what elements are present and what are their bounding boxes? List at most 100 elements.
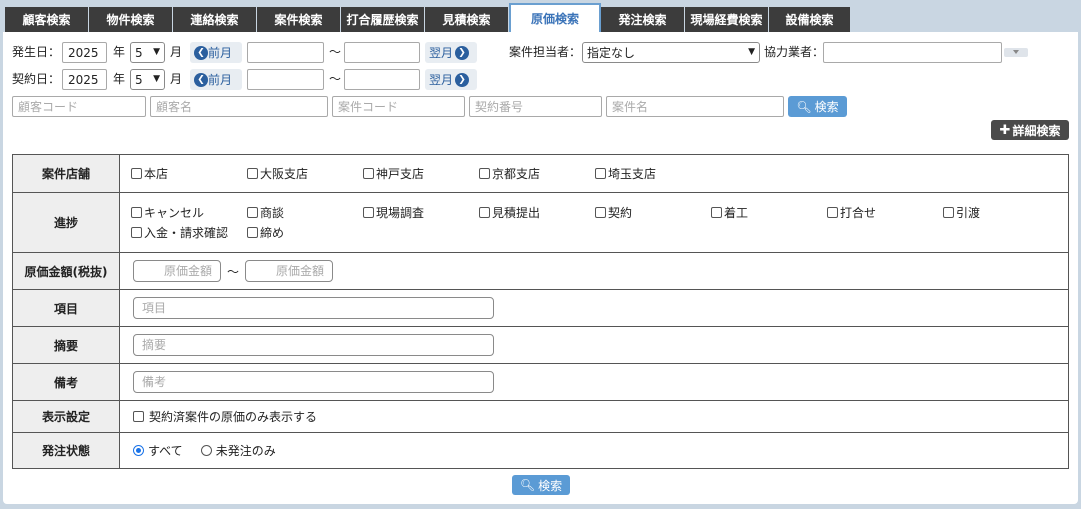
customer-code-input[interactable] <box>12 96 146 117</box>
occurrence-date-from-input[interactable] <box>247 42 324 63</box>
remarks-row: 備考 <box>12 363 1069 401</box>
contract-date-to-input[interactable] <box>344 69 420 90</box>
case-name-input[interactable] <box>606 96 784 117</box>
display-setting-label: 表示設定 <box>12 400 120 433</box>
checkbox[interactable] <box>711 207 722 218</box>
tab-order-search[interactable]: 発注検索 <box>601 7 685 32</box>
tab-case-search[interactable]: 案件検索 <box>257 7 341 32</box>
item-input[interactable] <box>133 297 494 319</box>
summary-label: 摘要 <box>12 326 120 364</box>
checkbox[interactable] <box>247 227 258 238</box>
search-panel: 発生日： 年 5 ▼ 月 ❮ 前月 ～ 翌月 ❯ 案件担当者： 指定なし ▼ 協… <box>3 32 1078 504</box>
next-month-label: 翌月 <box>429 46 454 60</box>
occurrence-year-input[interactable] <box>62 42 107 63</box>
contract-number-input[interactable] <box>469 96 602 117</box>
contract-month-select[interactable]: 5 ▼ <box>130 69 165 90</box>
checkbox-label: 現場調査 <box>376 206 425 220</box>
order-status-radio-unordered[interactable]: 未発注のみ <box>200 442 276 459</box>
range-tilde: ～ <box>329 72 342 86</box>
progress-checkbox-meeting[interactable]: 打合せ <box>827 203 943 223</box>
summary-row: 摘要 <box>12 326 1069 364</box>
tab-meeting-history-search[interactable]: 打合履歴検索 <box>341 7 425 32</box>
cost-amount-to-input[interactable] <box>245 260 334 282</box>
detail-search-button[interactable]: ✚ 詳細検索 <box>991 120 1069 140</box>
occurrence-date-to-input[interactable] <box>344 42 420 63</box>
checkbox[interactable] <box>363 207 374 218</box>
search-button-label: 検索 <box>814 100 839 114</box>
occurrence-prev-month-button[interactable]: ❮ 前月 <box>190 42 242 63</box>
radio-button[interactable] <box>133 445 144 456</box>
progress-checkbox-estimate-submitted[interactable]: 見積提出 <box>479 203 595 223</box>
search-button[interactable]: 🔍︎ 検索 <box>788 96 847 117</box>
tab-cost-search[interactable]: 原価検索 <box>509 3 601 32</box>
checkbox[interactable] <box>131 227 142 238</box>
progress-checkbox-contract[interactable]: 契約 <box>595 203 711 223</box>
cost-amount-from-input[interactable] <box>133 260 221 282</box>
bottom-search-button[interactable]: 🔍︎ 検索 <box>512 475 570 495</box>
customer-name-input[interactable] <box>150 96 328 117</box>
contract-prev-month-button[interactable]: ❮ 前月 <box>190 69 242 90</box>
radio-button[interactable] <box>200 445 212 456</box>
checkbox[interactable] <box>131 168 142 179</box>
order-status-label: 発注状態 <box>12 432 120 469</box>
remarks-input[interactable] <box>133 371 494 393</box>
tab-contact-search[interactable]: 連絡検索 <box>173 7 257 32</box>
store-checkbox-kyoto[interactable]: 京都支店 <box>479 164 595 184</box>
progress-checkbox-negotiation[interactable]: 商談 <box>247 203 363 223</box>
progress-checkbox-construction-start[interactable]: 着工 <box>711 203 827 223</box>
checkbox[interactable] <box>479 168 490 179</box>
checkbox[interactable] <box>595 207 606 218</box>
chevron-left-icon: ❮ <box>194 45 208 60</box>
occurrence-next-month-button[interactable]: 翌月 ❯ <box>425 42 477 63</box>
store-checkbox-saitama[interactable]: 埼玉支店 <box>595 164 711 184</box>
checkbox[interactable] <box>247 207 258 218</box>
plus-icon: ✚ <box>999 122 1011 138</box>
year-unit: 年 <box>113 45 126 59</box>
tab-property-search[interactable]: 物件検索 <box>89 7 173 32</box>
progress-checkbox-closing[interactable]: 締め <box>247 223 363 243</box>
checkbox-label: 商談 <box>260 206 285 220</box>
occurrence-month-select[interactable]: 5 ▼ <box>130 42 165 63</box>
checkbox-label: 本店 <box>144 167 169 181</box>
checkbox[interactable] <box>479 207 490 218</box>
store-checkbox-osaka[interactable]: 大阪支店 <box>247 164 363 184</box>
checkbox-label: 引渡 <box>956 206 981 220</box>
store-checkbox-kobe[interactable]: 神戸支店 <box>363 164 479 184</box>
partner-input[interactable] <box>823 42 1002 63</box>
checkbox-label: 入金・請求確認 <box>144 226 229 240</box>
item-row: 項目 <box>12 289 1069 327</box>
progress-checkbox-handover[interactable]: 引渡 <box>943 203 1059 223</box>
item-cell <box>119 289 1069 327</box>
contract-next-month-button[interactable]: 翌月 ❯ <box>425 69 477 90</box>
summary-input[interactable] <box>133 334 494 356</box>
checkbox[interactable] <box>827 207 838 218</box>
case-staff-select[interactable]: 指定なし ▼ <box>582 42 760 63</box>
checkbox-label: 契約 <box>608 206 633 220</box>
checkbox[interactable] <box>595 168 606 179</box>
store-row: 案件店舗 本店 大阪支店 神戸支店 京都支店 埼玉支店 <box>12 154 1069 193</box>
checkbox[interactable] <box>363 168 374 179</box>
tab-customer-search[interactable]: 顧客検索 <box>5 7 89 32</box>
progress-checkbox-payment-confirmed[interactable]: 入金・請求確認 <box>131 223 247 243</box>
order-status-radio-all[interactable]: すべて <box>133 442 183 459</box>
tab-estimate-search[interactable]: 見積検索 <box>425 7 509 32</box>
order-status-cell: すべて 未発注のみ <box>119 432 1069 469</box>
case-code-input[interactable] <box>332 96 465 117</box>
contracted-only-checkbox[interactable]: 契約済案件の原価のみ表示する <box>121 408 1067 425</box>
chevron-down-icon: ▼ <box>153 47 160 57</box>
store-checkbox-honten[interactable]: 本店 <box>131 164 247 184</box>
progress-checkbox-site-survey[interactable]: 現場調査 <box>363 203 479 223</box>
cost-amount-label: 原価金額(税抜) <box>12 252 120 290</box>
tab-equipment-search[interactable]: 設備検索 <box>769 7 851 32</box>
checkbox[interactable] <box>247 168 258 179</box>
checkbox[interactable] <box>131 207 142 218</box>
tab-site-expense-search[interactable]: 現場経費検索 <box>685 7 769 32</box>
search-button-label: 検索 <box>538 478 563 493</box>
contract-year-input[interactable] <box>62 69 107 90</box>
display-setting-row: 表示設定 契約済案件の原価のみ表示する <box>12 400 1069 433</box>
partner-dropdown-button[interactable] <box>1004 48 1028 57</box>
checkbox[interactable] <box>943 207 954 218</box>
checkbox[interactable] <box>133 411 144 422</box>
contract-date-from-input[interactable] <box>247 69 324 90</box>
progress-checkbox-cancel[interactable]: キャンセル <box>131 203 247 223</box>
